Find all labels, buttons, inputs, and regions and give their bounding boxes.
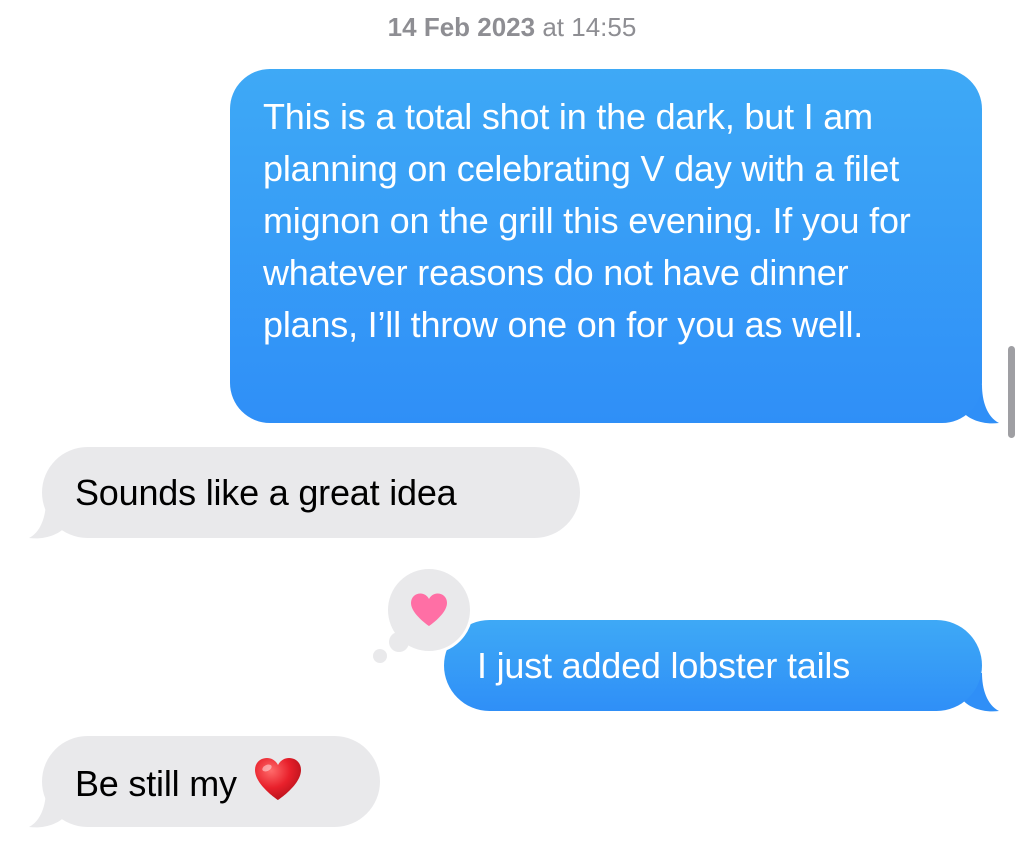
- timestamp-date: 14 Feb 2023: [387, 12, 536, 42]
- timestamp-time: at 14:55: [542, 12, 637, 42]
- heart-icon: [411, 593, 447, 626]
- message-text: Sounds like a great idea: [75, 472, 457, 513]
- tapback-dot: [373, 649, 387, 663]
- tapback-dot: [389, 632, 409, 652]
- message-text: Be still my: [75, 763, 237, 804]
- message-text: I just added lobster tails: [477, 645, 851, 686]
- message-text: This is a total shot in the dark, but I …: [263, 96, 911, 345]
- message-bubble-received[interactable]: Be still my: [42, 736, 380, 827]
- message-bubble-sent[interactable]: I just added lobster tails: [444, 620, 982, 711]
- conversation-timestamp: 14 Feb 2023 at 14:55: [0, 10, 1024, 44]
- scrollbar[interactable]: [1008, 346, 1015, 438]
- message-bubble-received[interactable]: Sounds like a great idea: [42, 447, 580, 538]
- red-heart-icon: [254, 758, 301, 800]
- message-bubble-sent[interactable]: This is a total shot in the dark, but I …: [230, 69, 982, 423]
